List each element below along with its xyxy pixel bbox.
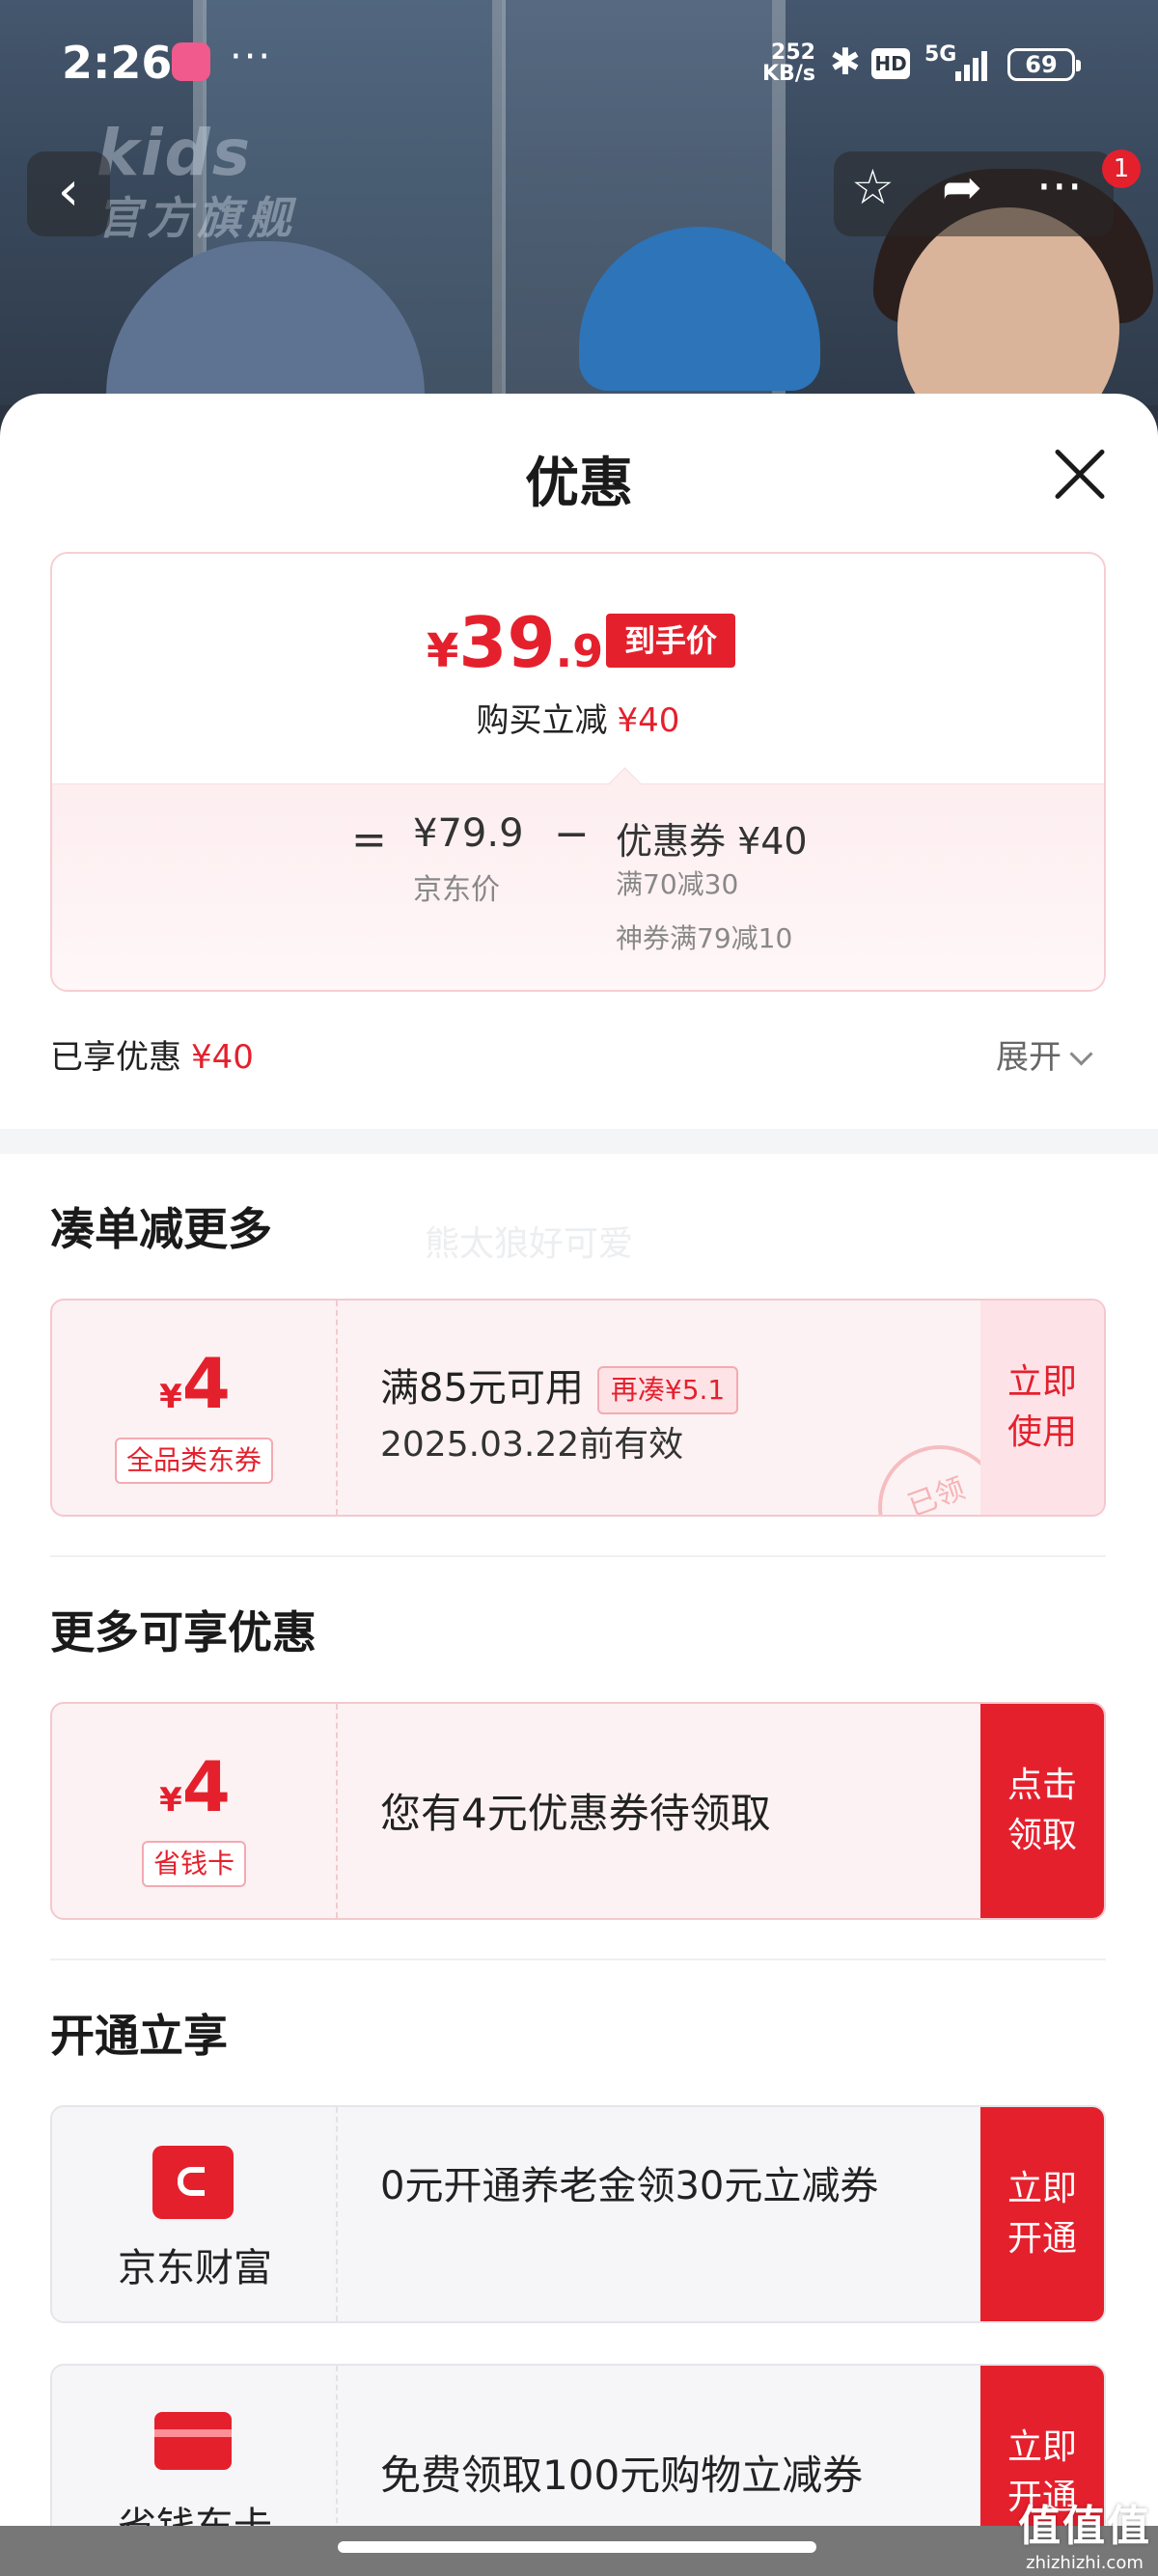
jd-finance-icon [152, 2146, 234, 2219]
use-now-button[interactable]: 立即使用 [980, 1301, 1104, 1515]
network-speed-value: 252 [771, 41, 815, 65]
final-price-integer: 39 [458, 602, 556, 683]
activate-button[interactable]: 立即开通 [980, 2107, 1104, 2321]
final-price-tag: 到手价 [606, 614, 735, 668]
coupon-value: 4 [181, 1746, 231, 1827]
site-watermark: 值值值 zhizhizhi.com [1017, 2491, 1152, 2573]
section-title: 凑单减更多 [50, 1203, 272, 1255]
section-title: 开通立享 [50, 2010, 228, 2062]
coupon-value-block: ¥4 省钱卡 [52, 1704, 338, 1918]
top-action-group: ☆ ➦ ··· [834, 151, 1114, 236]
coupon-description: 满85元可用 再凑¥5.1 [380, 1357, 739, 1414]
back-button[interactable]: ‹ [27, 151, 110, 236]
notification-badge: 1 [1102, 150, 1141, 188]
network-speed-unit: KB/s [762, 62, 815, 86]
coupon-validity: 2025.03.22前有效 [380, 1425, 684, 1465]
coupon-card: ¥4 省钱卡 您有4元优惠券待领取 点击领取 [50, 1702, 1106, 1920]
brand-block: 京东财富 [52, 2107, 338, 2321]
enjoyed-discount: 已享优惠 ¥40 [50, 1030, 254, 1078]
coupon-card: ¥4 全品类东券 满85元可用 再凑¥5.1 2025.03.22前有效 已领 立… [50, 1299, 1106, 1517]
hd-voice-icon: HD [871, 48, 910, 79]
expand-button[interactable]: 展开 [996, 1030, 1093, 1078]
site-watermark-url: zhizhizhi.com [1026, 2553, 1144, 2573]
app-notification-icon [172, 42, 210, 81]
more-menu-icon[interactable]: ··· [1036, 159, 1083, 215]
network-speed: 252 KB/s [762, 42, 815, 85]
enjoyed-amount: ¥40 [191, 1038, 254, 1077]
price-summary-card: ¥39.9 到手价 购买立减 ¥40 = ¥79.9 京东价 − 优惠券 ¥40 … [50, 552, 1106, 992]
status-bar: 2:26 ··· 252 KB/s ✱ HD 5G 69 [0, 0, 1158, 131]
divider [50, 1555, 1106, 1557]
coupon-condition: 神券满79减10 [616, 922, 793, 954]
coupon-description: 您有4元优惠券待领取 [380, 1790, 771, 1837]
discount-sheet: 优惠 ¥39.9 到手价 购买立减 ¥40 = ¥79.9 京东价 − 优惠券 ¥… [0, 394, 1158, 2576]
final-price-currency: ¥ [427, 624, 459, 678]
sheet-title: 优惠 [525, 452, 633, 515]
jd-price: ¥79.9 [413, 811, 524, 856]
instant-discount-amount: ¥40 [617, 701, 680, 740]
user-watermark: 熊太狼好可爱 [425, 1224, 634, 1264]
site-watermark-logo: 值值值 [1018, 2502, 1151, 2551]
close-icon[interactable] [1048, 442, 1112, 506]
add-more-tag: 再凑¥5.1 [596, 1366, 739, 1414]
chevron-down-icon [1069, 1042, 1093, 1066]
coupon-value-block: ¥4 全品类东券 [52, 1301, 338, 1515]
coupon-amount: ¥4 [52, 1746, 338, 1827]
coupon-type-tag: 省钱卡 [141, 1841, 247, 1887]
signal-icon [955, 46, 994, 81]
minus-sign: − [554, 809, 590, 859]
coupon-condition: 满70减30 [616, 868, 739, 900]
claim-button[interactable]: 点击领取 [980, 1704, 1104, 1918]
offer-description: 免费领取100元购物立减券 [380, 2452, 864, 2499]
final-price: ¥39.9 [427, 602, 603, 683]
membership-offer-card: 京东财富 0元开通养老金领30元立减券 立即开通 [50, 2105, 1106, 2323]
clock: 2:26 [62, 37, 173, 89]
coupon-summary: 优惠券 ¥40 [616, 820, 808, 863]
coupon-currency: ¥ [159, 1378, 182, 1416]
claim-label: 点击领取 [1006, 1766, 1077, 1855]
final-price-decimal: .9 [555, 625, 604, 677]
favorite-star-icon[interactable]: ☆ [851, 159, 895, 215]
home-gesture-handle[interactable] [338, 2541, 816, 2553]
jd-price-label: 京东价 [413, 873, 500, 907]
equals-sign: = [351, 815, 387, 864]
offer-description: 0元开通养老金领30元立减券 [380, 2164, 879, 2208]
section-title: 更多可享优惠 [50, 1606, 317, 1658]
brand-name: 京东财富 [118, 2246, 272, 2290]
coupon-currency: ¥ [159, 1781, 182, 1820]
card-icon [154, 2412, 232, 2470]
network-type: 5G [924, 42, 957, 67]
section-divider [0, 1129, 1158, 1154]
coupon-value: 4 [181, 1343, 231, 1424]
instant-discount: 购买立减 ¥40 [52, 694, 1104, 741]
divider [50, 1959, 1106, 1960]
enjoyed-label: 已享优惠 [50, 1038, 181, 1077]
price-breakdown: = ¥79.9 京东价 − 优惠券 ¥40 满70减30 神券满79减10 [52, 783, 1104, 990]
battery-icon: 69 [1007, 48, 1081, 81]
coupon-type-tag: 全品类东券 [114, 1438, 274, 1484]
coupon-amount: ¥4 [52, 1343, 338, 1424]
coupon-threshold: 满85元可用 [380, 1366, 584, 1411]
bluetooth-icon: ✱ [830, 41, 861, 83]
brand-logo-sub: 官方旗舰 [96, 192, 297, 244]
use-now-label: 立即使用 [1006, 1362, 1077, 1452]
expand-label: 展开 [996, 1038, 1062, 1077]
activate-label: 立即开通 [1006, 2169, 1077, 2259]
instant-discount-label: 购买立减 [476, 701, 608, 740]
more-notifications-icon: ··· [230, 35, 273, 79]
share-icon[interactable]: ➦ [942, 159, 982, 215]
